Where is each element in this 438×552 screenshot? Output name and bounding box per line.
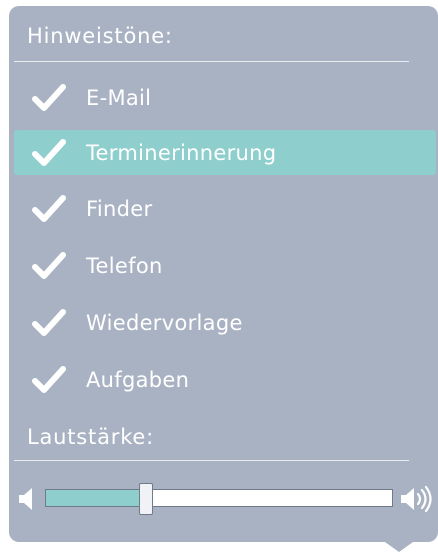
panel-pointer	[385, 542, 413, 552]
option-telefon[interactable]: Telefon	[14, 243, 436, 288]
checkmark-icon	[32, 194, 66, 222]
option-label: Wiedervorlage	[86, 310, 243, 335]
volume-slider-thumb[interactable]	[138, 483, 153, 515]
option-aufgaben[interactable]: Aufgaben	[14, 357, 436, 402]
checkmark-icon	[32, 83, 66, 111]
option-label: E-Mail	[86, 85, 152, 110]
speaker-high-icon[interactable]	[399, 484, 435, 514]
sound-settings-panel: Hinweistöne: E-Mail Terminerinnerung Fin…	[9, 6, 438, 542]
checkmark-icon	[32, 308, 66, 336]
speaker-low-icon[interactable]	[17, 486, 37, 512]
option-label: Aufgaben	[86, 367, 190, 392]
option-label: Telefon	[86, 253, 163, 278]
option-terminerinnerung[interactable]: Terminerinnerung	[14, 130, 436, 175]
option-email[interactable]: E-Mail	[14, 75, 436, 120]
volume-slider-track[interactable]	[45, 489, 393, 507]
divider	[14, 61, 409, 62]
divider	[14, 460, 409, 461]
option-wiedervorlage[interactable]: Wiedervorlage	[14, 300, 436, 345]
checkmark-icon	[32, 365, 66, 393]
sounds-heading: Hinweistöne:	[27, 24, 173, 48]
checkmark-icon	[32, 251, 66, 279]
volume-heading: Lautstärke:	[27, 425, 154, 449]
volume-control	[9, 476, 438, 520]
option-finder[interactable]: Finder	[14, 186, 436, 231]
option-label: Finder	[86, 196, 153, 221]
checkmark-icon	[32, 138, 66, 166]
volume-slider-fill	[46, 490, 147, 506]
option-label: Terminerinnerung	[86, 140, 277, 165]
